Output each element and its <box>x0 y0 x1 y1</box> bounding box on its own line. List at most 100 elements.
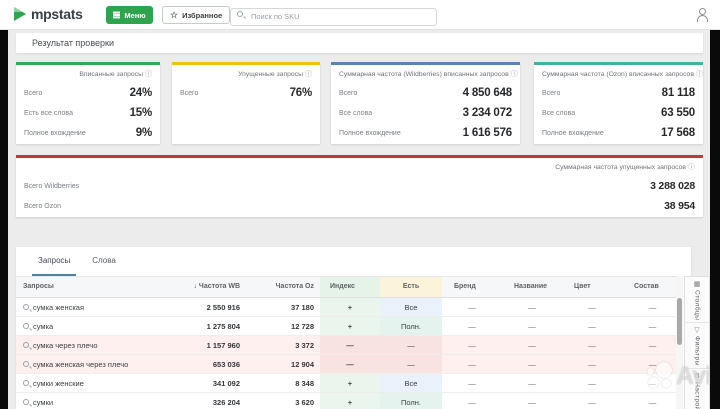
col-header-queries[interactable]: Запросы <box>16 277 166 297</box>
table-row[interactable]: сумки 326 204 3 620 + Полн. — — — — <box>16 393 683 409</box>
index-value: + <box>320 317 380 336</box>
composition-value: — <box>622 393 683 409</box>
info-icon[interactable] <box>305 69 312 79</box>
query-text: сумка женская через плечо <box>33 355 128 374</box>
search-icon[interactable] <box>23 361 29 367</box>
color-value: — <box>562 298 622 317</box>
composition-value: — <box>622 374 683 393</box>
tab-words[interactable]: Слова <box>86 254 122 276</box>
settings-icon: ⚙ <box>694 373 700 380</box>
table-row-highlighted[interactable]: сумка женская через плечо 653 036 12 904… <box>16 355 683 374</box>
est-value: Полн. <box>380 393 442 409</box>
stat-value: 38 954 <box>664 200 695 212</box>
info-icon[interactable] <box>145 69 152 79</box>
tab-queries[interactable]: Запросы <box>32 254 76 276</box>
query-text: сумка через плечо <box>33 336 98 355</box>
search-icon[interactable] <box>23 304 29 310</box>
card-wb-frequency: Суммарная частота (Wildberries) вписанны… <box>331 62 520 144</box>
table-row[interactable]: сумка женская 2 550 916 37 180 + Все — —… <box>16 298 683 317</box>
card-missed-queries: Упущенные запросы Всего76% <box>172 62 320 144</box>
menu-button[interactable]: Меню <box>106 6 153 24</box>
est-value: Все <box>380 374 442 393</box>
favorites-button[interactable]: ☆ Избранное <box>162 6 230 24</box>
query-text: сумки женские <box>33 374 84 393</box>
composition-value: — <box>622 355 683 374</box>
stat-value: 63 550 <box>661 107 695 119</box>
search-icon[interactable] <box>23 399 29 405</box>
stat-value: 17 568 <box>661 127 695 139</box>
col-header-composition[interactable]: Состав <box>622 277 683 297</box>
col-header-est[interactable]: Есть <box>380 277 442 297</box>
oz-frequency-value: 12 904 <box>246 355 320 374</box>
oz-frequency-value: 3 372 <box>246 336 320 355</box>
index-value: + <box>320 374 380 393</box>
composition-value: — <box>622 317 683 336</box>
queries-table: Запросы ↓ Частота WB Частота Oz Индекс Е… <box>16 276 683 409</box>
page-title: Результат проверки <box>16 33 703 53</box>
color-value: — <box>562 355 622 374</box>
info-icon[interactable] <box>688 162 695 172</box>
account-icon[interactable] <box>696 8 708 21</box>
index-value: + <box>320 393 380 409</box>
queries-panel: Запросы Слова Запросы ↓ Частота WB Часто… <box>16 247 691 409</box>
stat-value: 9% <box>136 127 152 139</box>
mpstats-logo-text: mpstats <box>31 6 83 22</box>
col-header-name[interactable]: Название <box>502 277 562 297</box>
vertical-scrollbar[interactable] <box>676 276 683 409</box>
col-header-oz-frequency[interactable]: Частота Oz <box>246 277 320 297</box>
scrollbar-thumb[interactable] <box>677 298 682 345</box>
index-value: — <box>320 355 380 374</box>
name-value: — <box>502 317 562 336</box>
stat-value: 15% <box>130 107 152 119</box>
col-header-wb-frequency[interactable]: ↓ Частота WB <box>166 277 246 297</box>
sku-search <box>230 6 437 24</box>
stat-value: 3 288 028 <box>650 180 695 192</box>
oz-frequency-value: 3 620 <box>246 393 320 409</box>
index-value: + <box>320 298 380 317</box>
brand-value: — <box>442 336 502 355</box>
query-text: сумка женская <box>33 298 84 317</box>
col-header-index[interactable]: Индекс <box>320 277 380 297</box>
name-value: — <box>502 355 562 374</box>
index-value: — <box>320 336 380 355</box>
info-icon[interactable] <box>696 69 703 79</box>
settings-button[interactable]: ⚙ Настройки <box>685 369 709 409</box>
table-row[interactable]: сумка 1 275 804 12 728 + Полн. — — — — <box>16 317 683 336</box>
name-value: — <box>502 374 562 393</box>
composition-value: — <box>622 298 683 317</box>
card-missed-frequency: Суммарная частота упущенных запросов Все… <box>16 155 703 217</box>
col-header-color[interactable]: Цвет <box>562 277 622 297</box>
col-header-brand[interactable]: Бренд <box>442 277 502 297</box>
wb-frequency-value: 653 036 <box>166 355 246 374</box>
info-icon[interactable] <box>511 69 518 79</box>
table-header-row: Запросы ↓ Частота WB Частота Oz Индекс Е… <box>16 276 683 298</box>
wb-frequency-value: 2 550 916 <box>166 298 246 317</box>
mpstats-logo-icon <box>14 7 26 21</box>
search-icon[interactable] <box>23 380 29 386</box>
star-icon: ☆ <box>170 11 178 20</box>
filters-button[interactable]: ▽ Фильтры <box>685 323 709 369</box>
table-row-highlighted[interactable]: сумка через плечо 1 157 960 3 372 — — — … <box>16 336 683 355</box>
composition-value: — <box>622 336 683 355</box>
table-row[interactable]: сумки женские 341 092 8 348 + Все — — — … <box>16 374 683 393</box>
stat-value: 81 118 <box>662 87 695 99</box>
top-navbar: mpstats Меню ☆ Избранное <box>0 0 720 30</box>
app-frame: mpstats Меню ☆ Избранное Результат прове… <box>0 0 720 409</box>
search-icon[interactable] <box>23 342 29 348</box>
filter-icon: ▽ <box>694 327 699 334</box>
search-icon[interactable] <box>23 323 29 329</box>
wb-frequency-value: 1 157 960 <box>166 336 246 355</box>
brand-value: — <box>442 298 502 317</box>
columns-icon: ▦ <box>694 281 701 288</box>
columns-settings-button[interactable]: ▦ Столбцы <box>685 277 709 323</box>
mpstats-logo[interactable]: mpstats <box>14 6 83 22</box>
sku-search-input[interactable] <box>230 8 437 26</box>
search-icon <box>237 11 243 17</box>
query-text: сумка <box>33 317 53 336</box>
query-text: сумки <box>33 393 53 409</box>
wb-frequency-value: 341 092 <box>166 374 246 393</box>
name-value: — <box>502 393 562 409</box>
card-ozon-frequency: Суммарная частота (Ozon) вписанных запро… <box>534 62 703 144</box>
name-value: — <box>502 298 562 317</box>
est-value: Полн. <box>380 317 442 336</box>
